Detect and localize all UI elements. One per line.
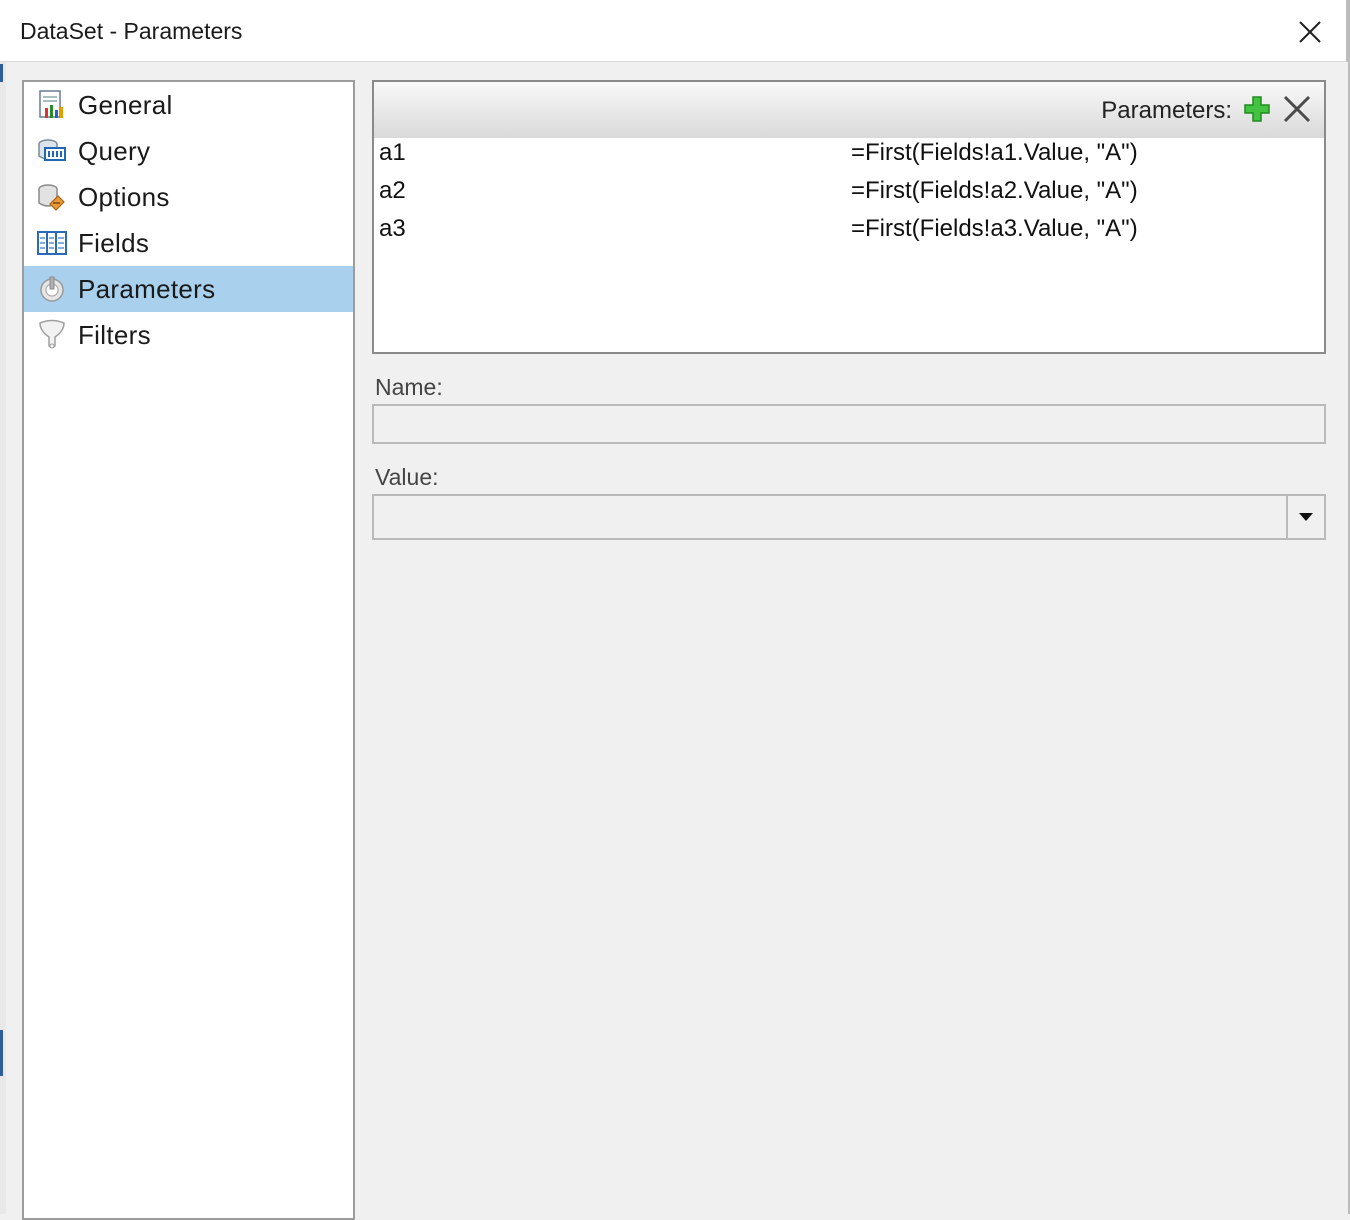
sidebar-item-label: General — [78, 89, 173, 120]
add-plus-icon[interactable] — [1242, 94, 1272, 124]
title-bar: DataSet - Parameters — [0, 0, 1348, 62]
window-title: DataSet - Parameters — [20, 18, 243, 44]
filter-funnel-icon — [36, 319, 68, 351]
parameters-icon — [36, 273, 68, 305]
sidebar-item-filters[interactable]: Filters — [24, 312, 353, 358]
value-combobox[interactable] — [372, 494, 1326, 540]
sidebar-item-label: Parameters — [78, 273, 216, 304]
parameter-name: a3 — [379, 215, 406, 242]
window-left-border — [0, 0, 6, 1214]
close-icon — [1299, 21, 1321, 43]
sidebar-item-parameters[interactable]: Parameters — [24, 266, 353, 312]
parameter-value: =First(Fields!a3.Value, "A") — [851, 215, 1138, 242]
parameter-name: a2 — [379, 177, 406, 204]
sidebar-item-label: Options — [78, 181, 170, 212]
sidebar-item-label: Fields — [78, 227, 150, 258]
chevron-down-icon — [1299, 512, 1313, 521]
fields-columns-icon — [36, 227, 68, 259]
sidebar: General Query Options Fields Parameters … — [22, 80, 355, 1220]
parameters-toolbar: Parameters: — [374, 82, 1324, 138]
parameter-row[interactable]: a2 =First(Fields!a2.Value, "A") — [374, 174, 1324, 212]
sidebar-item-label: Filters — [78, 319, 151, 350]
parameter-row[interactable]: a1 =First(Fields!a1.Value, "A") — [374, 136, 1324, 174]
sidebar-item-general[interactable]: General — [24, 82, 353, 128]
options-icon — [36, 181, 68, 213]
parameters-list-panel: Parameters: a1 =First(Fields!a1.Value, "… — [372, 80, 1326, 354]
parameter-name: a1 — [379, 139, 406, 166]
delete-x-icon[interactable] — [1282, 94, 1312, 124]
value-dropdown-button[interactable] — [1286, 496, 1324, 538]
parameter-row[interactable]: a3 =First(Fields!a3.Value, "A") — [374, 212, 1324, 250]
close-button[interactable] — [1288, 10, 1332, 54]
general-report-icon — [36, 89, 68, 121]
parameter-value: =First(Fields!a1.Value, "A") — [851, 139, 1138, 166]
value-label: Value: — [375, 464, 439, 490]
query-database-icon — [36, 135, 68, 167]
sidebar-item-fields[interactable]: Fields — [24, 220, 353, 266]
name-label: Name: — [375, 374, 443, 400]
sidebar-item-options[interactable]: Options — [24, 174, 353, 220]
name-field[interactable] — [372, 404, 1326, 444]
sidebar-item-label: Query — [78, 135, 151, 166]
sidebar-item-query[interactable]: Query — [24, 128, 353, 174]
parameters-toolbar-label: Parameters: — [1101, 97, 1232, 124]
parameter-value: =First(Fields!a2.Value, "A") — [851, 177, 1138, 204]
